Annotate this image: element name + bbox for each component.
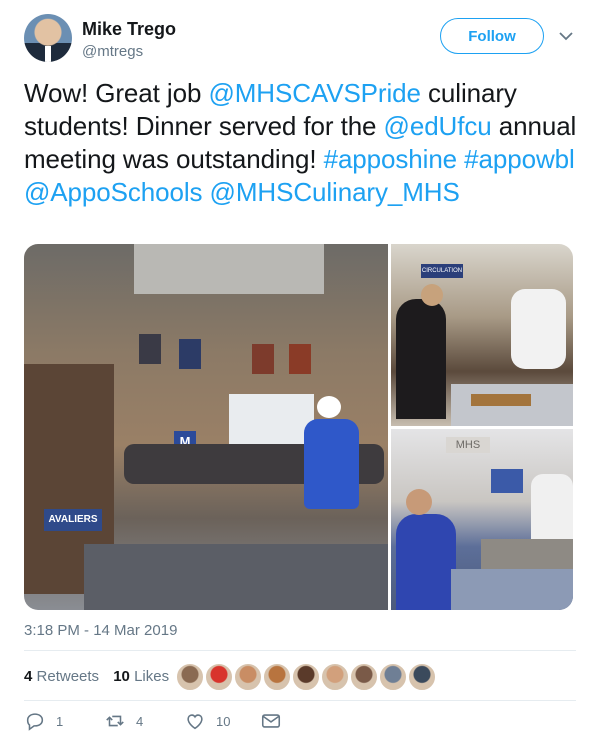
dm-button[interactable] bbox=[260, 710, 282, 732]
divider bbox=[24, 650, 576, 651]
chevron-down-icon[interactable] bbox=[556, 26, 576, 46]
divider bbox=[24, 700, 576, 701]
liker-avatar[interactable] bbox=[321, 663, 349, 691]
liker-avatar[interactable] bbox=[263, 663, 291, 691]
retweet-icon bbox=[106, 715, 124, 727]
photo-circulation-serving[interactable]: CIRCULATION bbox=[391, 244, 573, 426]
photo-library-dinner[interactable]: M AVALIERS bbox=[24, 244, 388, 610]
photo-sign-mhs: MHS bbox=[446, 437, 490, 453]
retweets-stat[interactable]: 4 Retweets bbox=[24, 668, 99, 685]
reply-icon bbox=[26, 713, 44, 731]
tweet-header: Mike Trego @mtregs Follow bbox=[24, 14, 576, 66]
liker-avatar[interactable] bbox=[350, 663, 378, 691]
tweet-link[interactable]: #apposhine bbox=[324, 144, 458, 174]
like-button[interactable]: 10 bbox=[184, 710, 230, 732]
liker-avatar[interactable] bbox=[408, 663, 436, 691]
tweet-link[interactable]: @MHSCAVSPride bbox=[208, 78, 421, 108]
tweet-text-segment: Wow! Great job bbox=[24, 78, 209, 108]
tweet-media[interactable]: M AVALIERS CIRCULATION MHS bbox=[24, 244, 573, 610]
retweet-button[interactable]: 4 bbox=[104, 710, 143, 732]
avatar[interactable] bbox=[24, 14, 72, 62]
liker-avatar[interactable] bbox=[292, 663, 320, 691]
follow-button[interactable]: Follow bbox=[440, 18, 544, 54]
reply-button[interactable]: 1 bbox=[24, 710, 63, 732]
user-name[interactable]: Mike Trego bbox=[82, 19, 176, 40]
liker-avatar[interactable] bbox=[176, 663, 204, 691]
tweet-link[interactable]: @AppoSchools bbox=[24, 177, 203, 207]
tweet-link[interactable]: #appowbl bbox=[464, 144, 575, 174]
heart-icon bbox=[187, 714, 203, 730]
tweet-actions: 1 4 10 bbox=[24, 710, 576, 734]
liker-avatar[interactable] bbox=[205, 663, 233, 691]
likes-stat[interactable]: 10 Likes bbox=[113, 668, 169, 685]
tweet-text-segment bbox=[202, 177, 209, 207]
photo-mhs-serving[interactable]: MHS bbox=[391, 429, 573, 610]
tweet-link[interactable]: @edUfcu bbox=[384, 111, 492, 141]
tweet-text: Wow! Great job @MHSCAVSPride culinary st… bbox=[24, 77, 580, 209]
envelope-icon bbox=[261, 714, 281, 728]
tweet-stats: 4 Retweets 10 Likes bbox=[24, 668, 169, 685]
tweet-timestamp[interactable]: 3:18 PM - 14 Mar 2019 bbox=[24, 622, 177, 639]
retweet-count: 4 bbox=[136, 713, 144, 729]
photo-sign-circulation: CIRCULATION bbox=[421, 264, 463, 278]
liker-avatar[interactable] bbox=[379, 663, 407, 691]
tweet-link[interactable]: @MHSCulinary_MHS bbox=[210, 177, 460, 207]
photo-sign-cavaliers: AVALIERS bbox=[44, 509, 102, 531]
liker-avatar[interactable] bbox=[234, 663, 262, 691]
user-handle[interactable]: @mtregs bbox=[82, 43, 143, 60]
reply-count: 1 bbox=[56, 713, 64, 729]
like-count: 10 bbox=[216, 713, 231, 729]
